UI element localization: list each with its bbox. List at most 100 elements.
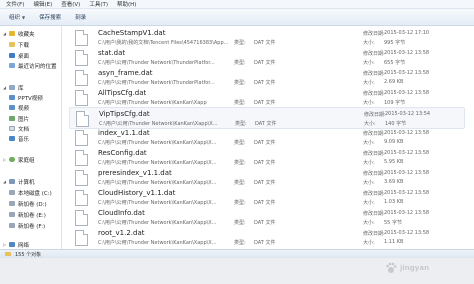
video-library-icon xyxy=(9,105,15,110)
file-date: 2015-03-12 13:54 xyxy=(385,111,431,117)
file-type: DAT 文件 xyxy=(254,60,276,66)
date-label: 修改日期: xyxy=(363,191,385,197)
expand-icon: ◢ xyxy=(3,85,7,90)
status-bar: 155 个对象 xyxy=(0,249,474,258)
library-icon xyxy=(9,85,15,90)
sidebar-libraries[interactable]: ◢ 库 xyxy=(3,83,24,92)
sidebar-item-label: 文档 xyxy=(18,126,30,133)
sidebar-item-drive-f[interactable]: 新加卷 (F:) xyxy=(9,221,45,230)
file-name: CloudHistory_v1.1.dat xyxy=(98,189,176,197)
menu-view[interactable]: 查看(V) xyxy=(61,0,80,8)
menu-file[interactable]: 文件(F) xyxy=(6,0,24,8)
file-row[interactable]: AllTipsCfg.dat C:\用户\公用\Thunder Network\K… xyxy=(69,87,465,109)
file-type: DAT 文件 xyxy=(254,160,276,166)
sidebar-item-recent[interactable]: 最近访问的位置 xyxy=(9,61,57,70)
file-row[interactable]: asyn_frame.dat C:\用户\公用\Thunder Network\T… xyxy=(69,67,465,89)
file-size: 3.69 KB xyxy=(384,179,404,185)
date-label: 修改日期: xyxy=(364,112,386,118)
file-row[interactable]: index_v1.1.dat C:\用户\公用\Thunder Network\K… xyxy=(69,127,465,149)
sidebar-item-label: 新加卷 (F:) xyxy=(18,223,46,230)
music-icon xyxy=(9,136,15,141)
sidebar-item-pptv[interactable]: PPTV视频 xyxy=(9,93,43,102)
organize-button[interactable]: 组织 ▼ xyxy=(4,11,30,23)
sidebar-network[interactable]: ▷ 网络 xyxy=(3,240,29,249)
sidebar-item-label: 新加卷 (E:) xyxy=(18,212,46,219)
file-type-label: 类型: xyxy=(234,200,246,206)
file-name: CloudInfo.dat xyxy=(98,209,145,217)
file-path: C:\用户\公用\Thunder Network\KanKan\Xapp\X..… xyxy=(98,140,217,146)
file-path: C:\用户\公用\Thunder Network\KanKan\Xapp\X..… xyxy=(98,160,217,166)
sidebar-item-label: 最近访问的位置 xyxy=(18,63,57,70)
file-type-label: 类型: xyxy=(234,80,246,86)
file-date: 2015-03-12 17:10 xyxy=(384,30,430,36)
menu-tools[interactable]: 工具(T) xyxy=(89,0,108,8)
file-type: DAT 文件 xyxy=(254,240,276,246)
menu-edit[interactable]: 编辑(E) xyxy=(33,0,52,8)
file-path: C:\用户\公用\Thunder Network\KanKan\Xapp\X..… xyxy=(98,220,217,226)
date-label: 修改日期: xyxy=(363,171,385,177)
file-type-label: 类型: xyxy=(234,40,246,46)
sidebar-favorites[interactable]: ◢ 收藏夹 xyxy=(3,29,35,38)
sidebar-homegroup[interactable]: ▷ 家庭组 xyxy=(3,155,35,164)
file-path: C:\用户\公用\Thunder Network\ThunderPlatfor.… xyxy=(98,60,215,66)
file-path: C:\用户\公用\Thunder Network\KanKan\Xapp\X..… xyxy=(98,180,217,186)
sidebar-item-drive-d[interactable]: 新加卷 (D:) xyxy=(9,199,47,208)
file-row[interactable]: CloudInfo.dat C:\用户\公用\Thunder Network\Ka… xyxy=(69,207,465,229)
save-search-button[interactable]: 保存搜索 xyxy=(34,11,66,23)
folder-icon xyxy=(5,252,11,256)
sidebar-item-label: 音乐 xyxy=(18,136,30,143)
sidebar-item-desktop[interactable]: 桌面 xyxy=(9,51,29,60)
video-library-icon xyxy=(9,95,15,100)
star-icon xyxy=(9,31,15,36)
sidebar-item-drive-c[interactable]: 本地磁盘 (C:) xyxy=(9,188,52,197)
file-row[interactable]: stat.dat C:\用户\公用\Thunder Network\Thunder… xyxy=(69,47,465,69)
sidebar-item-pictures[interactable]: 图片 xyxy=(9,114,29,123)
file-type: DAT 文件 xyxy=(254,40,276,46)
file-path: C:\用户\公用\Thunder Network\ThunderPlatfor.… xyxy=(98,80,215,86)
sidebar-computer[interactable]: ◢ 计算机 xyxy=(3,177,35,186)
size-label: 大小: xyxy=(363,60,375,66)
chevron-down-icon: ▼ xyxy=(22,14,26,20)
sidebar-item-music[interactable]: 音乐 xyxy=(9,134,29,143)
size-label: 大小: xyxy=(363,240,375,246)
file-path: C:\用户\公用\Thunder Network\KanKan\Xapp\X..… xyxy=(99,121,218,127)
file-row[interactable]: VipTipsCfg.dat C:\用户\公用\Thunder Network\K… xyxy=(69,107,465,129)
sidebar-item-label: 新加卷 (D:) xyxy=(18,201,47,208)
size-label: 大小: xyxy=(364,121,376,127)
burn-button[interactable]: 刻录 xyxy=(70,11,91,23)
homegroup-icon xyxy=(9,157,15,162)
expand-icon: ▷ xyxy=(3,242,7,247)
sidebar-item-drive-e[interactable]: 新加卷 (E:) xyxy=(9,210,46,219)
file-path: C:\用户\公用\Thunder Network\KanKan\Xapp\X..… xyxy=(98,200,217,206)
documents-icon xyxy=(9,126,15,131)
sidebar-favorites-label: 收藏夹 xyxy=(18,31,35,38)
sidebar-item-label: 桌面 xyxy=(18,53,30,60)
file-icon xyxy=(75,150,88,166)
sidebar-item-videos[interactable]: 视频 xyxy=(9,103,29,112)
navigation-pane: ◢ 收藏夹 下载 桌面 最近访问的位置 ◢ 库 PPTV视频 视频 图片 文档 … xyxy=(0,26,62,249)
sidebar-item-downloads[interactable]: 下载 xyxy=(9,40,29,49)
date-label: 修改日期: xyxy=(363,211,385,217)
file-size: 1.11 KB xyxy=(384,239,404,245)
hard-drive-icon xyxy=(9,212,15,217)
hard-drive-icon xyxy=(9,223,15,228)
file-row[interactable]: CloudHistory_v1.1.dat C:\用户\公用\Thunder Ne… xyxy=(69,187,465,209)
date-label: 修改日期: xyxy=(363,51,385,57)
file-row[interactable]: ResConfig.dat C:\用户\公用\Thunder Network\Ka… xyxy=(69,147,465,169)
file-name: index_v1.1.dat xyxy=(98,129,150,137)
file-row[interactable]: root_v1.2.dat C:\用户\公用\Thunder Network\Ka… xyxy=(69,227,465,249)
file-type: DAT 文件 xyxy=(254,140,276,146)
sidebar-item-label: 视频 xyxy=(18,105,30,112)
menu-help[interactable]: 帮助(H) xyxy=(117,0,136,8)
file-size: 1.03 KB xyxy=(384,199,404,205)
file-date: 2015-03-12 13:58 xyxy=(384,50,430,56)
date-label: 修改日期: xyxy=(363,91,385,97)
sidebar-item-documents[interactable]: 文档 xyxy=(9,124,29,133)
file-row[interactable]: preresindex_v1.1.dat C:\用户\公用\Thunder Net… xyxy=(69,167,465,189)
file-size: 55 字节 xyxy=(384,220,402,226)
file-row[interactable]: CacheStampV1.dat C:\用户\我的\我的文档\Tencent Fi… xyxy=(69,27,465,49)
sidebar-item-label: 本地磁盘 (C:) xyxy=(18,190,52,197)
file-path: C:\用户\公用\Thunder Network\KanKan\Xapp\X..… xyxy=(98,240,217,246)
recent-places-icon xyxy=(9,63,15,68)
hard-drive-icon xyxy=(9,201,15,206)
